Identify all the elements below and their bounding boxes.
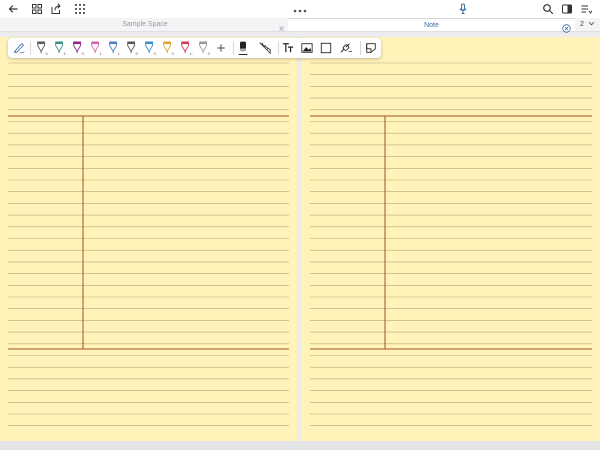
ruled-lines (310, 62, 592, 427)
add-pen-icon[interactable] (215, 39, 227, 57)
more-dots-icon[interactable] (292, 2, 308, 13)
toolbar-divider (30, 41, 31, 55)
tab-label: Note (424, 22, 439, 29)
tab-note[interactable]: Note (288, 18, 575, 31)
tab-sample-space[interactable]: Sample Space (0, 18, 290, 31)
tab-label: Sample Space (122, 21, 168, 28)
pen-preset[interactable]: 2.0 (196, 39, 212, 57)
lasso-ruler-icon[interactable] (257, 39, 273, 57)
link-tool-icon[interactable] (338, 39, 354, 57)
page-selector[interactable]: 2 (580, 18, 600, 31)
toolbar-divider (278, 41, 279, 55)
bottom-bar (0, 441, 600, 450)
toolbar-divider (360, 41, 361, 55)
pen-size-label: 1.5 (118, 51, 122, 56)
pen-toolbar: 0.5 1.0 0.5 1.0 1.5 2.0 0.5 0.5 1.0 2.0 (8, 38, 381, 58)
notebook-page-right[interactable] (301, 37, 600, 441)
toolbar-divider (233, 41, 234, 55)
grid-view-icon[interactable] (30, 2, 44, 16)
pen-style-icon[interactable] (11, 39, 27, 57)
app-window: Sample Space Note 2 0.51.00.51.01.52.00.… (0, 0, 600, 450)
share-export-icon[interactable] (49, 2, 63, 16)
sticky-note-icon[interactable] (364, 39, 378, 57)
tab-bar: Sample Space Note 2 (0, 18, 600, 33)
pen-preset[interactable]: 1.0 (88, 39, 104, 57)
tab-close-note-icon[interactable] (562, 20, 571, 33)
chevron-down-icon (588, 21, 595, 26)
image-tool-icon[interactable] (300, 39, 314, 57)
top-navigation-bar (0, 0, 600, 18)
back-icon[interactable] (6, 2, 20, 16)
color-swatch-icon[interactable] (236, 39, 250, 57)
pen-preset[interactable]: 2.0 (124, 39, 140, 57)
pen-size-label: 1.0 (190, 51, 194, 56)
pen-preset[interactable]: 1.5 (106, 39, 122, 57)
search-icon[interactable] (541, 2, 555, 16)
pen-size-label: 1.0 (100, 51, 104, 56)
pen-preset[interactable]: 0.5 (160, 39, 176, 57)
pen-size-label: 1.0 (64, 51, 68, 56)
list-menu-icon[interactable] (579, 2, 593, 16)
pen-size-label: 0.5 (154, 51, 158, 56)
pen-preset[interactable]: 1.0 (178, 39, 194, 57)
apps-icon[interactable] (73, 2, 87, 16)
pen-size-label: 0.5 (82, 51, 86, 56)
microphone-icon[interactable] (456, 2, 470, 16)
pen-size-label: 0.5 (46, 51, 50, 56)
pen-size-label: 2.0 (208, 51, 212, 56)
notebook-page-left[interactable] (0, 37, 297, 441)
pen-preset[interactable]: 0.5 (34, 39, 50, 57)
pen-preset[interactable]: 1.0 (52, 39, 68, 57)
pen-preset[interactable]: 0.5 (142, 39, 158, 57)
pen-size-label: 2.0 (136, 51, 140, 56)
tab-close-sample-space-icon[interactable] (277, 20, 286, 31)
shape-tool-icon[interactable] (319, 39, 333, 57)
text-tool-icon[interactable] (281, 39, 295, 57)
ruled-lines (8, 62, 289, 427)
page-number: 2 (580, 21, 584, 28)
pen-preset[interactable]: 0.5 (70, 39, 86, 57)
sidebar-panel-icon[interactable] (560, 2, 574, 16)
pen-size-label: 0.5 (172, 51, 176, 56)
